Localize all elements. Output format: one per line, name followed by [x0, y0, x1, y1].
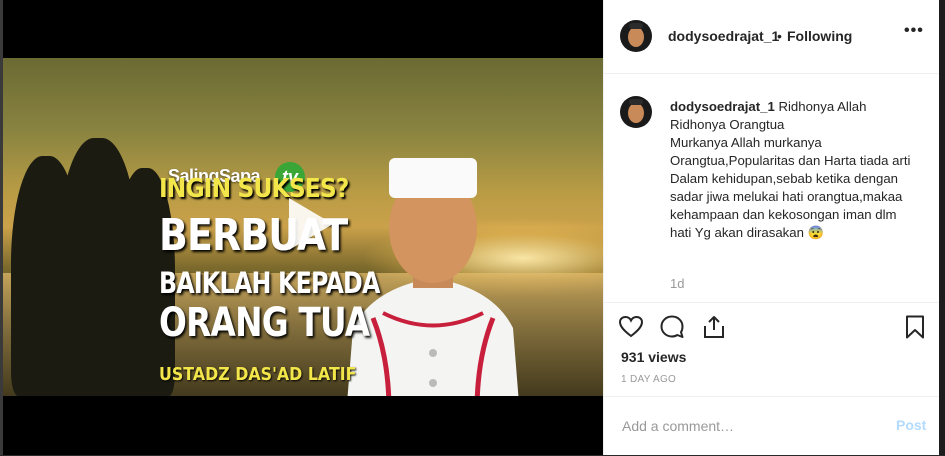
caption-age: 1d	[670, 276, 685, 291]
bookmark-icon[interactable]	[902, 314, 928, 340]
overlay-subtitle: BAIKLAH KEPADA	[159, 266, 380, 300]
play-icon[interactable]	[275, 192, 339, 256]
post-side-panel: dodysoedrajat_1 • Following ••• dodysoed…	[603, 0, 939, 455]
add-comment-bar: Post	[604, 396, 939, 456]
overlay-title-2: ORANG TUA	[159, 300, 370, 346]
action-bar	[618, 314, 928, 340]
heart-icon[interactable]	[618, 314, 644, 340]
caption-username[interactable]: dodysoedrajat_1	[670, 99, 775, 114]
overlay-speaker: USTADZ DAS'AD LATIF	[159, 364, 357, 385]
post-caption: dodysoedrajat_1 Ridhonya Allah Ridhonya …	[670, 98, 920, 242]
view-count[interactable]: 931 views	[621, 349, 686, 365]
post-date: 1 DAY AGO	[621, 374, 677, 385]
more-icon[interactable]: •••	[904, 22, 924, 40]
comments-area: dodysoedrajat_1 Ridhonya Allah Ridhonya …	[604, 74, 939, 303]
share-icon[interactable]	[701, 314, 727, 340]
comment-icon[interactable]	[659, 314, 685, 340]
post-button[interactable]: Post	[896, 417, 926, 433]
following-button[interactable]: Following	[787, 28, 852, 44]
caption-text: Ridhonya Allah Ridhonya Orangtua Murkany…	[670, 99, 911, 240]
avatar[interactable]	[620, 20, 652, 52]
avatar[interactable]	[620, 96, 652, 128]
post-header: dodysoedrajat_1 • Following •••	[604, 0, 939, 74]
separator-dot: •	[777, 28, 782, 44]
comment-input[interactable]	[620, 412, 884, 440]
author-username[interactable]: dodysoedrajat_1	[668, 28, 779, 44]
video-player[interactable]: SalingSapa tv INGIN SUKSES? BERBUAT BAIK…	[3, 0, 603, 455]
